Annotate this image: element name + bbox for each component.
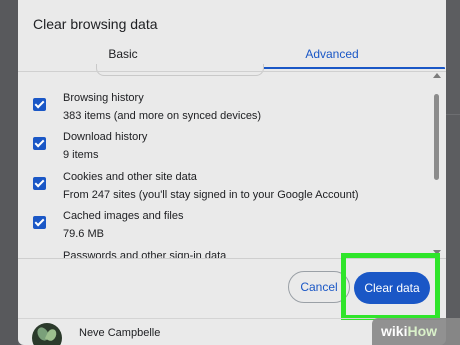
watermark-how: How — [407, 323, 438, 339]
list-item-download-history[interactable]: Download history 9 items — [18, 128, 428, 168]
scroll-up-arrow-icon[interactable] — [433, 73, 441, 78]
backdrop-left-strip — [0, 0, 18, 345]
backdrop-right-strip — [446, 0, 460, 345]
avatar — [32, 323, 62, 345]
item-subtitle: 9 items — [63, 149, 99, 161]
dialog-title: Clear browsing data — [33, 16, 158, 32]
cookies-checkbox[interactable] — [33, 177, 46, 190]
item-subtitle: 383 items (and more on synced devices) — [63, 110, 262, 122]
download-history-checkbox[interactable] — [33, 137, 46, 150]
watermark-wiki: wiki — [381, 323, 408, 339]
list-item-cookies[interactable]: Cookies and other site data From 247 sit… — [18, 168, 428, 208]
item-subtitle: From 247 sites (you'll stay signed in to… — [63, 189, 359, 201]
item-title: Cookies and other site data — [63, 171, 197, 183]
scrollbar-thumb[interactable] — [434, 94, 439, 180]
item-subtitle: 79.6 MB — [63, 228, 104, 240]
tabs-divider — [18, 71, 446, 72]
clear-data-button[interactable]: Clear data — [354, 272, 430, 304]
watermark-logo: wikiHow — [381, 323, 437, 339]
item-title: Browsing history — [63, 92, 144, 104]
profile-name: Neve Campbelle — [79, 327, 161, 339]
wikihow-watermark: wikiHow — [372, 318, 460, 345]
list-item-cached-images[interactable]: Cached images and files 79.6 MB — [18, 207, 428, 247]
browsing-history-checkbox[interactable] — [33, 98, 46, 111]
cached-images-checkbox[interactable] — [33, 216, 46, 229]
time-range-dropdown-edge[interactable] — [96, 64, 264, 76]
list-item-browsing-history[interactable]: Browsing history 383 items (and more on … — [18, 89, 428, 129]
clear-browsing-data-dialog: Clear browsing data Basic Advanced Brows… — [18, 0, 446, 345]
data-type-list: Browsing history 383 items (and more on … — [18, 80, 428, 258]
item-title: Passwords and other sign-in data — [63, 250, 227, 258]
item-title: Cached images and files — [63, 210, 184, 222]
backdrop-line — [446, 114, 460, 115]
item-title: Download history — [63, 131, 148, 143]
